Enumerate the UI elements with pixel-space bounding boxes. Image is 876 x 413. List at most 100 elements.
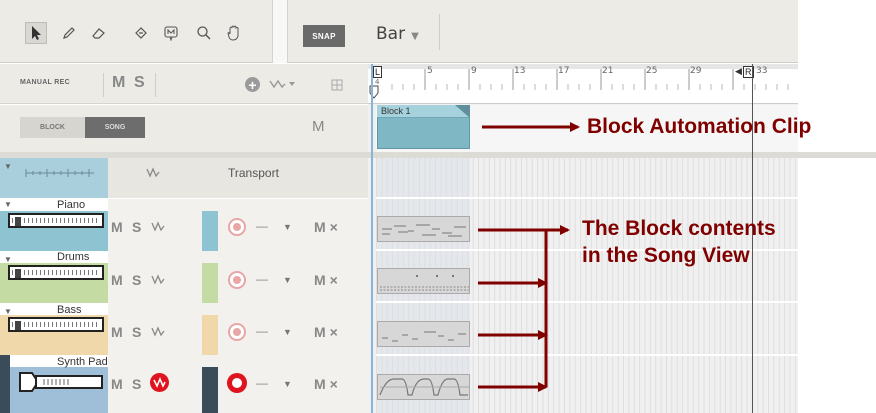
automation-icon[interactable] [151, 221, 165, 235]
record-arm-button[interactable] [228, 218, 246, 236]
chevron-down-icon[interactable]: ▼ [283, 222, 292, 232]
snap-button[interactable]: SNAP [303, 25, 345, 47]
automation-icon[interactable] [151, 326, 165, 340]
close-icon[interactable]: × [330, 376, 338, 392]
instrument-icon[interactable] [18, 370, 104, 394]
toolbar-divider [439, 14, 440, 50]
grid-view-icon[interactable] [331, 79, 343, 94]
input-monitor-icon[interactable]: — [256, 376, 268, 390]
tab-block[interactable]: BLOCK [20, 117, 85, 138]
paint-bucket-icon[interactable] [130, 22, 152, 44]
track-mute-button[interactable]: M [111, 219, 123, 235]
loop-start-marker[interactable]: L [373, 66, 383, 78]
track-mute-button[interactable]: M × [314, 219, 338, 235]
triangle-icon[interactable]: ▼ [4, 307, 12, 316]
record-arm-button-active[interactable] [227, 373, 247, 393]
track-color-strip [202, 211, 218, 251]
track-mute-button[interactable]: M [111, 324, 123, 340]
hand-icon[interactable] [223, 22, 245, 44]
ruler-bar-label: 25 [646, 66, 658, 76]
track-name: Piano [57, 199, 86, 211]
pencil-icon[interactable] [58, 22, 80, 44]
toolbar-divider [272, 0, 288, 63]
contents-callout-line2: in the Song View [582, 244, 750, 267]
global-mute-button[interactable]: M [112, 74, 125, 92]
tab-song[interactable]: SONG [85, 117, 145, 138]
track-solo-button[interactable]: S [132, 324, 141, 340]
instrument-icon[interactable] [8, 213, 104, 228]
automation-icon[interactable] [146, 167, 160, 181]
pointer-icon[interactable] [25, 22, 47, 44]
triangle-icon[interactable]: ▼ [4, 200, 12, 209]
global-solo-button[interactable]: S [134, 74, 145, 92]
clip-callout: Block Automation Clip [587, 115, 812, 138]
input-monitor-icon[interactable]: — [256, 272, 268, 286]
chevron-down-icon[interactable]: ▼ [283, 275, 292, 285]
grid-select-value: Bar [376, 24, 406, 44]
instrument-icon[interactable] [8, 265, 104, 280]
automation-menu-icon[interactable] [269, 78, 297, 93]
chevron-down-icon: ▼ [411, 31, 419, 42]
track-mute-label: M [314, 324, 326, 340]
playhead-line [371, 64, 373, 413]
chevron-down-icon[interactable]: ▼ [283, 379, 292, 389]
automation-active-icon[interactable] [150, 373, 169, 392]
track-selected-indicator [0, 355, 10, 413]
block-clip-label: Block 1 [381, 106, 411, 116]
ruler-bar-label: 21 [602, 66, 614, 76]
chevron-down-icon[interactable]: ▼ [283, 327, 292, 337]
automation-icon[interactable] [151, 274, 165, 288]
drums-block-content[interactable] [377, 268, 470, 294]
track-solo-button[interactable]: S [132, 272, 141, 288]
track-mute-button[interactable]: M × [314, 324, 338, 340]
track-mute-label: M [314, 272, 326, 288]
synth-pad-block-content[interactable] [377, 374, 470, 400]
track-solo-button[interactable]: S [132, 219, 141, 235]
ruler-bar-label: 13 [514, 66, 526, 76]
clip-corner-icon [455, 105, 470, 118]
record-arm-button[interactable] [228, 271, 246, 289]
track-mute-label: M [314, 376, 326, 392]
track-solo-button[interactable]: S [132, 376, 141, 392]
track-name: Synth Pad [57, 356, 108, 368]
manual-rec-button[interactable]: MANUAL REC [20, 79, 70, 86]
instrument-icon[interactable] [8, 317, 104, 332]
divider [103, 73, 104, 97]
ruler-bar-label: 33 [756, 66, 768, 76]
add-track-icon[interactable]: + [245, 77, 260, 92]
track-mute-button[interactable]: M × [314, 376, 338, 392]
track-mute-label: M [314, 219, 326, 235]
close-icon[interactable]: × [330, 324, 338, 340]
ruler-bar-label: 5 [427, 66, 433, 76]
piano-block-content[interactable] [377, 216, 470, 242]
input-monitor-icon[interactable]: — [256, 219, 268, 233]
track-color-strip [202, 263, 218, 303]
triangle-icon[interactable]: ▼ [4, 255, 12, 264]
grid-select[interactable]: Bar ▼ [376, 24, 419, 44]
track-mute-button[interactable]: M × [314, 272, 338, 288]
track-color-strip [202, 367, 218, 413]
eraser-icon[interactable] [88, 22, 110, 44]
marker-icon[interactable] [160, 22, 182, 44]
ruler-bar-label: 9 [471, 66, 477, 76]
track-color-strip [202, 315, 218, 355]
close-icon[interactable]: × [330, 272, 338, 288]
track-mute-button[interactable]: M [111, 376, 123, 392]
track-name: Bass [57, 304, 82, 316]
contents-callout-line1: The Block contents [582, 217, 776, 240]
track-name: Drums [57, 251, 90, 263]
record-arm-button[interactable] [228, 323, 246, 341]
loop-end-arrow-icon: ◀ [735, 66, 742, 76]
block-mute-button[interactable]: M [312, 118, 325, 135]
zoom-icon[interactable] [193, 22, 215, 44]
track-mute-button[interactable]: M [111, 272, 123, 288]
ruler-bar-label: 29 [690, 66, 702, 76]
triangle-icon[interactable]: ▼ [4, 162, 12, 171]
close-icon[interactable]: × [330, 219, 338, 235]
input-monitor-icon[interactable]: — [256, 324, 268, 338]
divider [155, 73, 156, 97]
transport-track-name: Transport [228, 166, 279, 180]
bass-block-content[interactable] [377, 321, 470, 347]
ruler-bar-label: 17 [558, 66, 570, 76]
transport-ruler-icon [25, 169, 94, 177]
